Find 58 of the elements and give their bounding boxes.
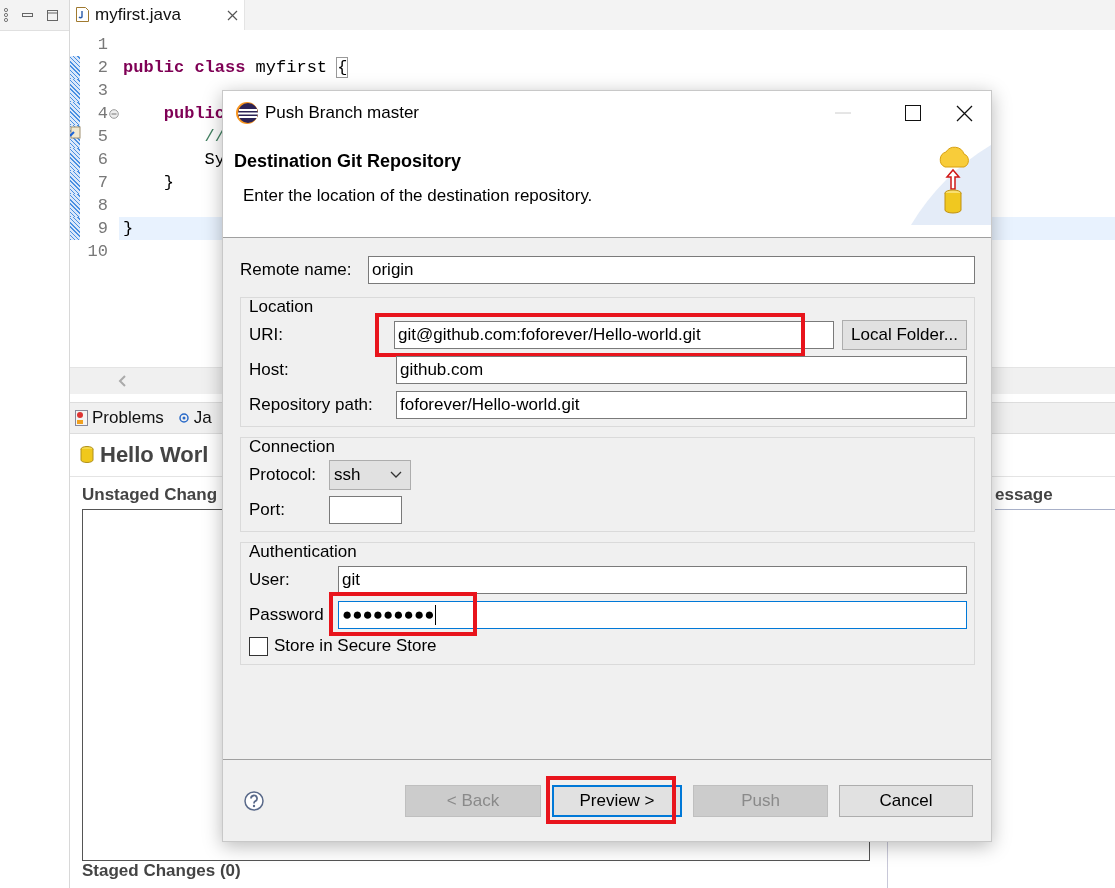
password-field[interactable]: ●●●●●●●●● — [338, 600, 967, 629]
section-heading: essage — [995, 485, 1115, 510]
view-tab[interactable]: Problems — [75, 408, 164, 428]
close-icon[interactable] — [956, 104, 973, 122]
maximize-icon[interactable] — [905, 105, 921, 121]
field-label: Password — [249, 604, 325, 625]
store-checkbox[interactable]: Store in Secure Store — [249, 636, 437, 656]
problems-icon — [75, 410, 88, 426]
close-icon[interactable] — [227, 9, 238, 21]
field-label: Port: — [249, 499, 286, 520]
line-number: 5 — [96, 127, 108, 146]
window-title: Push Branch master — [265, 103, 419, 123]
group-title: Location — [249, 297, 315, 317]
line-number: 3 — [96, 81, 108, 100]
group-title: Connection — [249, 437, 336, 457]
input-field[interactable]: git@github.com:foforever/Hello-world.git — [394, 320, 834, 349]
line-number: 4 — [96, 104, 108, 123]
protocol-dropdown[interactable]: ssh — [329, 459, 411, 490]
input-field[interactable]: foforever/Hello-world.git — [396, 390, 967, 419]
java-file-icon — [76, 7, 89, 23]
section-heading: Staged Changes (0) — [82, 861, 242, 882]
line-number: 10 — [86, 242, 108, 261]
line-number: 9 — [96, 219, 108, 238]
field-label: Protocol: — [249, 464, 318, 485]
editor-tab[interactable]: myfirst.java — [70, 0, 245, 30]
page-title: Destination Git Repository — [234, 151, 463, 172]
chevron-down-icon — [390, 471, 402, 478]
view-tab[interactable]: Ja — [177, 408, 212, 428]
field-label: User: — [249, 569, 291, 590]
group-title: Authentication — [249, 542, 358, 562]
code-line: } — [123, 219, 134, 238]
page-description: Enter the location of the destination repository. — [242, 186, 593, 206]
field-label: Host: — [249, 359, 290, 380]
minimize-icon[interactable] — [22, 13, 33, 17]
line-number: 2 — [96, 58, 108, 77]
collapse-icon[interactable] — [108, 108, 119, 119]
field-label: Repository path: — [249, 394, 374, 415]
input-field[interactable] — [329, 495, 402, 524]
line-number: 7 — [96, 173, 108, 192]
field-label: URI: — [249, 324, 284, 345]
input-field[interactable]: origin — [368, 255, 975, 284]
field-label: Remote name: — [240, 259, 353, 280]
repository-title: Hello Worl — [100, 442, 209, 468]
help-icon[interactable] — [244, 790, 264, 811]
repository-icon — [80, 446, 94, 464]
code-line: } — [162, 173, 174, 192]
local-folder-button[interactable]: Local Folder... — [842, 319, 967, 350]
input-field[interactable]: github.com — [396, 355, 967, 384]
line-number: 1 — [96, 35, 108, 54]
code-line: public — [162, 104, 226, 123]
dialog-button[interactable]: Cancel — [839, 784, 973, 817]
eclipse-logo-icon — [235, 101, 259, 125]
line-number: 6 — [96, 150, 108, 169]
dialog-button[interactable]: Preview > — [552, 784, 682, 817]
view-menu-icon[interactable] — [4, 8, 8, 22]
line-number: 8 — [96, 196, 108, 215]
input-field[interactable]: git — [338, 565, 967, 594]
code-line: public class myfirst { — [123, 58, 348, 77]
